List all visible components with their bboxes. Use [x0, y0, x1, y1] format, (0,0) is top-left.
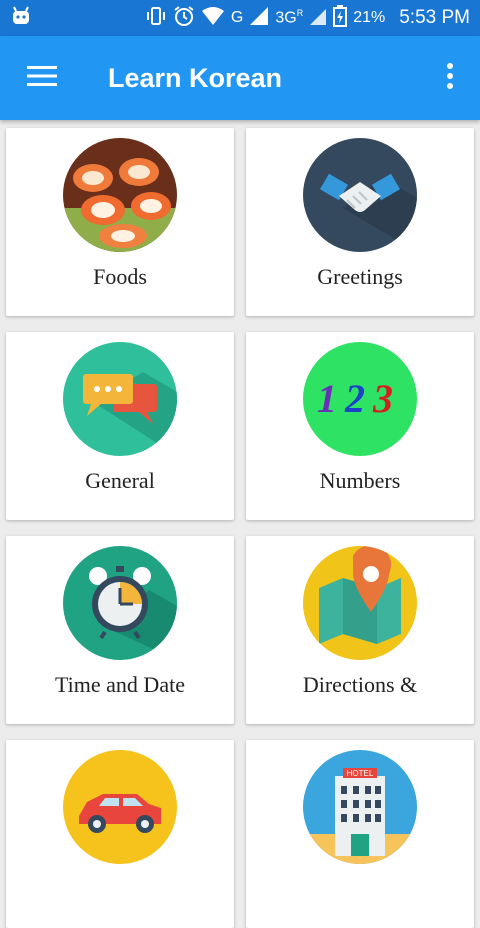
category-card-numbers[interactable]: 1 2 3 Numbers: [246, 332, 474, 520]
category-label: General: [85, 468, 155, 493]
category-card-hotel[interactable]: HOTEL: [246, 740, 474, 928]
category-card-directions[interactable]: Directions &: [246, 536, 474, 724]
clock: 5:53 PM: [399, 7, 470, 28]
page-title: Learn Korean: [108, 62, 283, 93]
category-label: Time and Date: [55, 672, 185, 697]
signal-secondary-icon: [309, 6, 327, 31]
numbers-digit-3: 3: [372, 376, 393, 421]
android-notification-icon: [10, 6, 32, 31]
handshake-icon: [303, 138, 417, 252]
numbers-123-icon: 1 2 3: [303, 342, 417, 456]
category-label: Foods: [93, 264, 147, 289]
vibrate-icon: [145, 6, 167, 31]
sushi-icon: [63, 138, 177, 252]
more-vert-icon: [446, 62, 454, 95]
menu-button[interactable]: [0, 36, 84, 120]
numbers-digit-2: 2: [344, 376, 365, 421]
battery-percent: 21%: [353, 9, 386, 26]
alarm-clock-icon: [63, 546, 177, 660]
network-3g-label: 3G: [275, 9, 297, 27]
battery-icon: [333, 4, 348, 32]
hamburger-icon: [27, 65, 57, 92]
app-bar: Learn Korean: [0, 36, 480, 120]
network-type-label: G: [230, 9, 244, 26]
car-icon: [63, 750, 177, 864]
category-card-transport[interactable]: [6, 740, 234, 928]
roaming-label: R: [296, 8, 304, 19]
numbers-digit-1: 1: [317, 376, 337, 421]
status-bar: G 3GR 21% 5:53 PM: [0, 0, 480, 36]
category-card-greetings[interactable]: Greetings: [246, 128, 474, 316]
network-secondary-label: 3GR: [275, 8, 303, 27]
category-label: Greetings: [317, 264, 403, 289]
category-card-foods[interactable]: Foods: [6, 128, 234, 316]
hotel-icon: HOTEL: [303, 750, 417, 864]
category-label: Directions &: [302, 672, 418, 697]
map-pin-icon: [303, 546, 417, 660]
category-card-time-and-date[interactable]: Time and Date: [6, 536, 234, 724]
alarm-icon: [173, 5, 195, 32]
category-label: Numbers: [319, 468, 401, 493]
category-card-general[interactable]: General: [6, 332, 234, 520]
signal-icon: [249, 6, 269, 31]
chat-bubbles-icon: [63, 342, 177, 456]
hotel-sign: HOTEL: [347, 769, 374, 778]
overflow-menu-button[interactable]: [420, 36, 480, 120]
wifi-icon: [201, 6, 225, 31]
